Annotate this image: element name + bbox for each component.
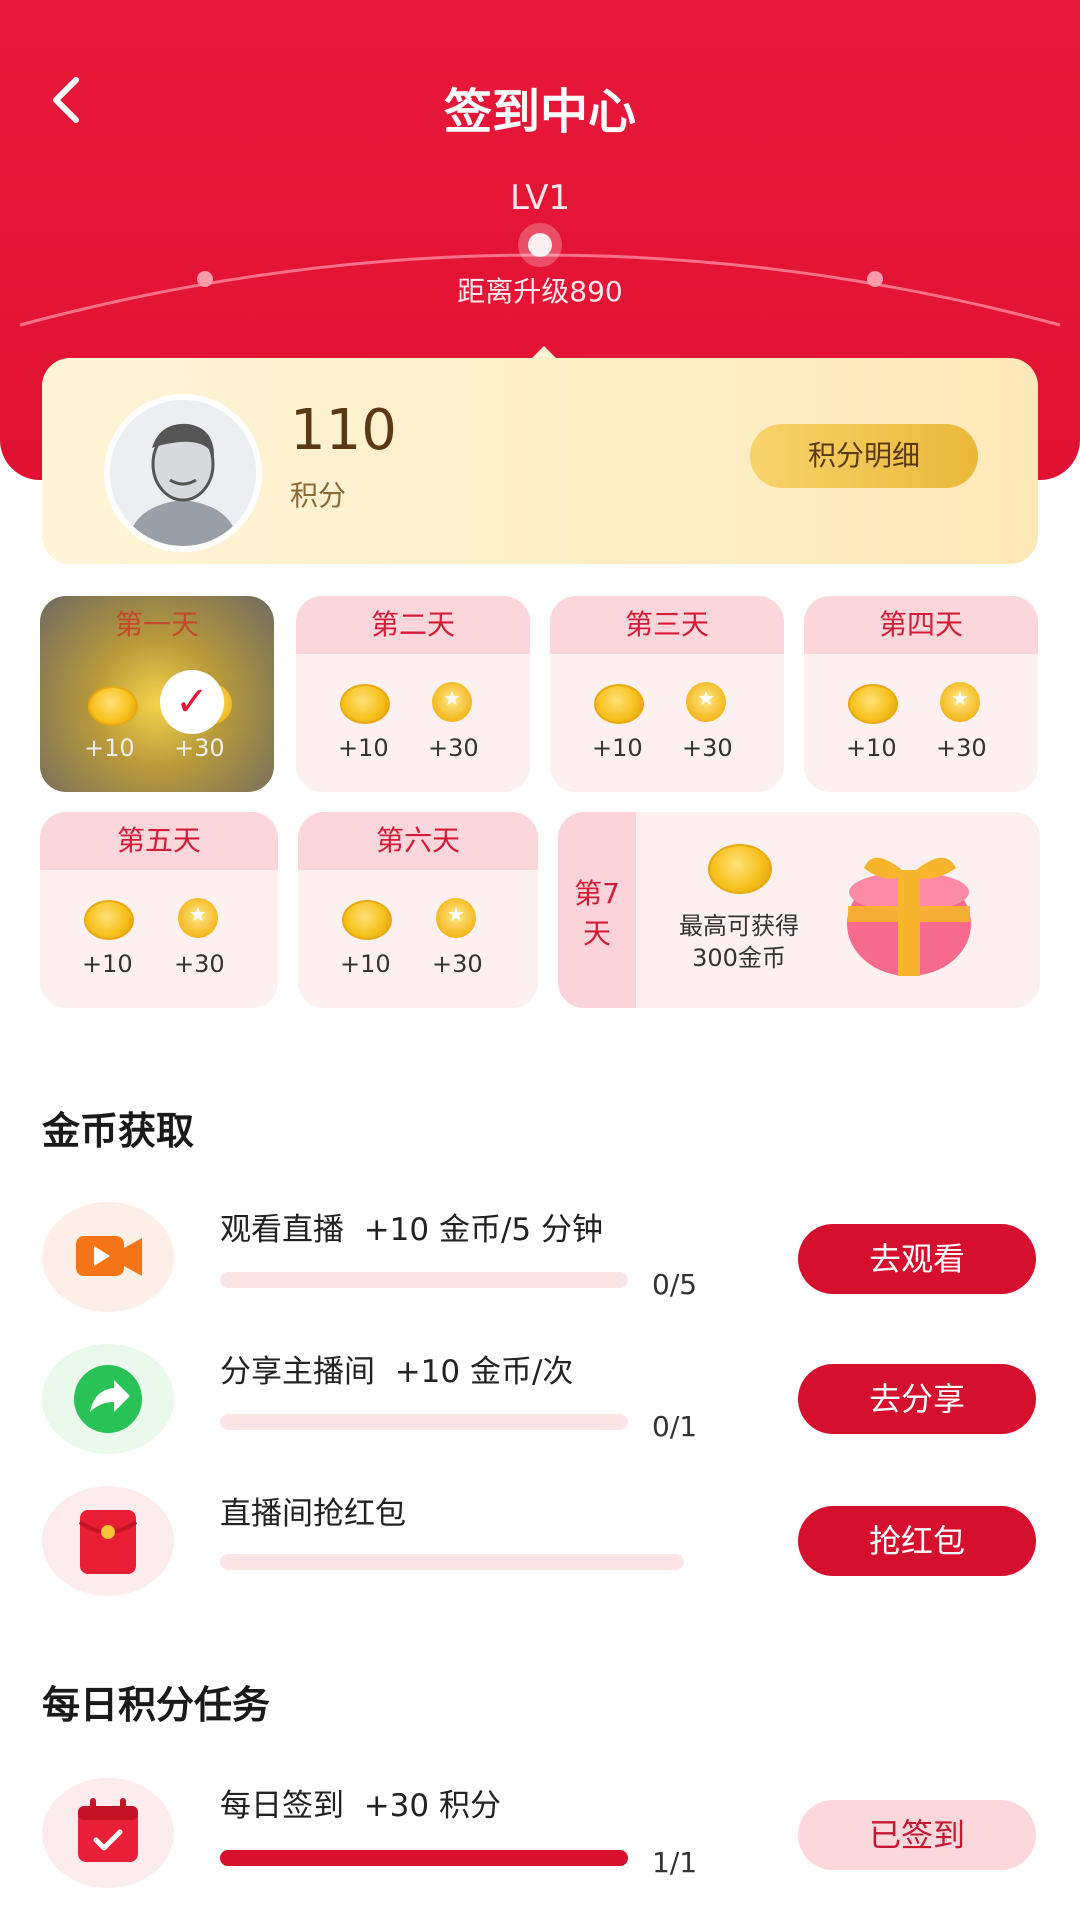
section-title-daily: 每日积分任务	[42, 1683, 271, 1727]
level-label: LV1	[509, 178, 571, 218]
points-amount: +30	[936, 734, 987, 762]
day7-label-line1: 第7	[574, 877, 620, 910]
coin-icon	[84, 900, 134, 940]
day-label: 第四天	[804, 596, 1038, 654]
task-name: 每日签到 +30 积分	[220, 1788, 501, 1824]
day-card-4: 第四天 ★ +10 +30	[804, 596, 1038, 792]
task-icon-bg	[42, 1486, 174, 1596]
coin-amount: +10	[84, 734, 135, 762]
share-icon	[74, 1365, 142, 1433]
task-name: 直播间抢红包	[220, 1496, 406, 1532]
points-amount: +30	[432, 950, 483, 978]
points-amount: +30	[174, 950, 225, 978]
gift-box-icon	[847, 857, 971, 976]
task-count: 0/5	[652, 1268, 698, 1301]
coin-amount: +10	[846, 734, 897, 762]
day7-label: 第7 天	[558, 812, 636, 1008]
task-icon-bg	[42, 1778, 174, 1888]
points-unit: 积分	[290, 479, 347, 512]
medal-icon: ★	[932, 682, 988, 722]
task-progress-track	[220, 1272, 628, 1288]
medal-icon: ★	[170, 898, 226, 938]
coin-amount: +10	[82, 950, 133, 978]
day-card-2: 第二天 ★ +10 +30	[296, 596, 530, 792]
upgrade-remaining-text: 距离升级890	[457, 275, 623, 308]
points-amount: +30	[682, 734, 733, 762]
day7-label-line2: 天	[582, 917, 611, 950]
day-card-3: 第三天 ★ +10 +30	[550, 596, 784, 792]
calendar-check-icon	[78, 1798, 138, 1862]
task-name: 分享主播间 +10 金币/次	[220, 1354, 574, 1390]
medal-icon: ★	[428, 898, 484, 938]
task-progress-track	[220, 1414, 628, 1430]
coin-amount: +10	[592, 734, 643, 762]
medal-icon: ★	[678, 682, 734, 722]
coin-icon	[88, 686, 138, 726]
task-progress-track	[220, 1850, 628, 1866]
signed-in-button[interactable]: 已签到	[798, 1800, 1036, 1870]
coin-icon	[594, 684, 644, 724]
task-progress-track	[220, 1554, 684, 1570]
points-amount: +30	[174, 734, 225, 762]
medal-icon: ★	[424, 682, 480, 722]
day-label: 第二天	[296, 596, 530, 654]
avatar[interactable]	[104, 394, 262, 552]
red-envelope-icon	[78, 1510, 138, 1574]
grab-red-envelope-button[interactable]: 抢红包	[798, 1506, 1036, 1576]
day7-reward-line2: 300金币	[692, 944, 786, 972]
points-amount: +30	[428, 734, 479, 762]
coin-amount: +10	[340, 950, 391, 978]
points-value: 110	[290, 398, 397, 463]
section-title-coins: 金币获取	[42, 1109, 195, 1153]
coin-icon	[342, 900, 392, 940]
points-detail-button[interactable]: 积分明细	[750, 424, 978, 488]
task-icon-bg	[42, 1344, 174, 1454]
video-icon	[76, 1236, 142, 1276]
page-title: 签到中心	[443, 84, 636, 140]
task-name: 观看直播 +10 金币/5 分钟	[220, 1212, 604, 1248]
day7-reward-text: 最高可获得 300金币	[654, 910, 824, 974]
checked-icon: ✓	[160, 670, 224, 734]
coin-icon	[708, 844, 772, 894]
share-room-button[interactable]: 去分享	[798, 1364, 1036, 1434]
day-card-5: 第五天 ★ +10 +30	[40, 812, 278, 1008]
day-label: 第五天	[40, 812, 278, 870]
day-label: 第一天	[114, 608, 199, 641]
day-label: 第六天	[298, 812, 538, 870]
coin-icon	[340, 684, 390, 724]
day-label: 第三天	[550, 596, 784, 654]
coin-icon	[848, 684, 898, 724]
day-card-1: 第一天 ★ ✓ +10 +30	[40, 596, 274, 792]
day7-reward-line1: 最高可获得	[679, 912, 799, 940]
day-card-6: 第六天 ★ +10 +30	[298, 812, 538, 1008]
task-progress-fill	[220, 1850, 628, 1866]
task-count: 0/1	[652, 1410, 698, 1443]
day-card-7: 第7 天 最高可获得 300金币	[558, 812, 1040, 1008]
task-count: 1/1	[652, 1846, 698, 1879]
coin-amount: +10	[338, 734, 389, 762]
task-icon-bg	[42, 1202, 174, 1312]
watch-live-button[interactable]: 去观看	[798, 1224, 1036, 1294]
